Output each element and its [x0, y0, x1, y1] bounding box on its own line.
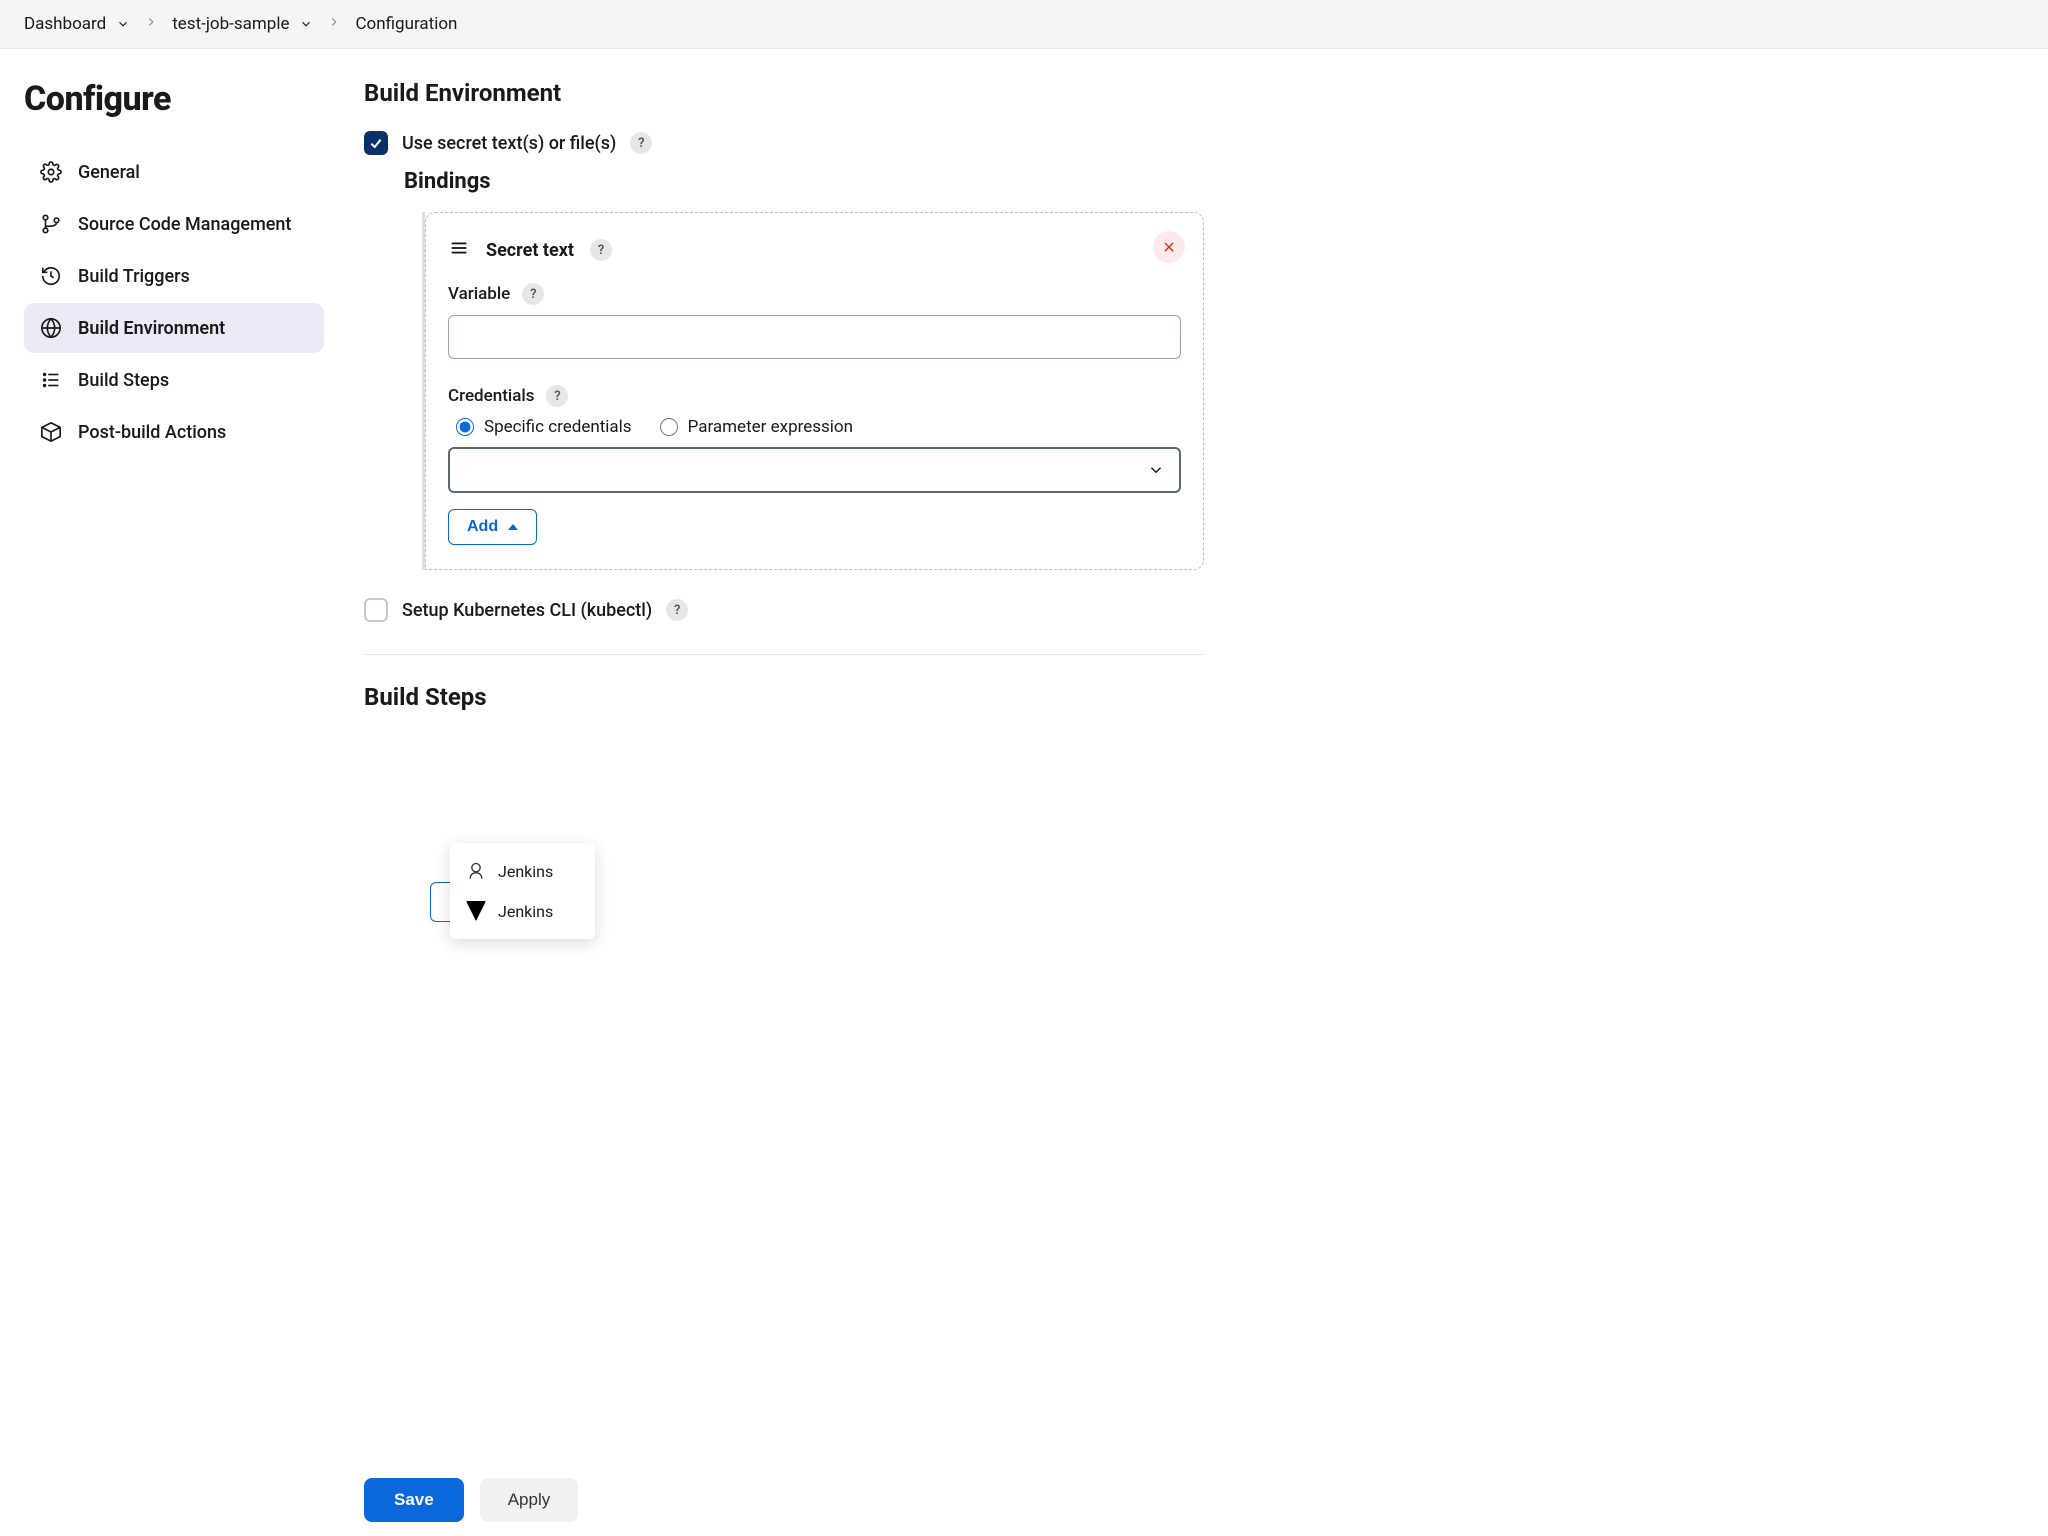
section-build-steps: Build Steps: [364, 683, 1204, 711]
breadcrumb: Dashboard test-job-sample Configuration: [0, 0, 2048, 49]
section-divider: [364, 654, 1204, 655]
main-content: Build Environment Use secret text(s) or …: [364, 79, 1204, 735]
sidebar-item-label: Build Steps: [78, 370, 169, 391]
add-credentials-dropdown: Jenkins Jenkins: [450, 843, 595, 939]
checkbox-use-secret[interactable]: [364, 131, 388, 155]
binding-card: Secret text ? Variable ? Credentials ?: [425, 212, 1204, 570]
gear-icon: [40, 161, 62, 183]
caret-up-icon: [508, 524, 518, 530]
branch-icon: [40, 213, 62, 235]
breadcrumb-page[interactable]: Configuration: [355, 14, 457, 34]
chevron-down-icon: [116, 17, 130, 31]
section-build-environment: Build Environment: [364, 79, 1204, 107]
dropdown-item-label: Jenkins: [498, 862, 553, 881]
history-icon: [40, 265, 62, 287]
dropdown-item-label: Jenkins: [498, 902, 553, 921]
chevron-down-icon: [1147, 461, 1165, 479]
sidebar-item-environment[interactable]: Build Environment: [24, 303, 324, 353]
checkbox-use-secret-label: Use secret text(s) or file(s): [402, 133, 616, 154]
breadcrumb-job-label: test-job-sample: [172, 14, 289, 34]
close-icon: [1162, 240, 1176, 254]
dropdown-item-jenkins-2[interactable]: Jenkins: [450, 891, 595, 931]
dropdown-item-jenkins-1[interactable]: Jenkins: [450, 851, 595, 891]
radio-specific-input[interactable]: [456, 418, 474, 436]
page-title: Configure: [24, 79, 324, 119]
sidebar-item-general[interactable]: General: [24, 147, 324, 197]
variable-input[interactable]: [448, 315, 1181, 359]
add-button-label: Add: [467, 518, 498, 536]
breadcrumb-dashboard[interactable]: Dashboard: [24, 14, 130, 34]
add-binding-button[interactable]: [430, 882, 450, 922]
help-icon[interactable]: ?: [666, 599, 688, 621]
radio-specific-label: Specific credentials: [484, 417, 632, 437]
jenkins-icon: [466, 861, 486, 881]
chevron-down-icon: [299, 17, 313, 31]
sidebar-item-triggers[interactable]: Build Triggers: [24, 251, 324, 301]
remove-binding-button[interactable]: [1153, 231, 1185, 263]
sidebar-item-label: Build Triggers: [78, 266, 190, 287]
drag-handle-icon[interactable]: [448, 237, 470, 263]
help-icon[interactable]: ?: [590, 239, 612, 261]
help-icon[interactable]: ?: [630, 132, 652, 154]
vault-icon: [466, 901, 486, 921]
help-icon[interactable]: ?: [522, 283, 544, 305]
credentials-select[interactable]: [448, 447, 1181, 493]
radio-specific-credentials[interactable]: Specific credentials: [456, 417, 632, 437]
globe-icon: [40, 317, 62, 339]
sidebar-item-postbuild[interactable]: Post-build Actions: [24, 407, 324, 457]
chevron-right-icon: [327, 14, 341, 34]
binding-type-label: Secret text: [486, 240, 574, 261]
radio-parameter-expression[interactable]: Parameter expression: [660, 417, 853, 437]
sidebar-item-label: Build Environment: [78, 318, 225, 339]
radio-param-label: Parameter expression: [688, 417, 853, 437]
breadcrumb-page-label: Configuration: [355, 14, 457, 34]
sidebar-item-label: Post-build Actions: [78, 422, 226, 443]
chevron-right-icon: [144, 14, 158, 34]
radio-param-input[interactable]: [660, 418, 678, 436]
checkbox-setup-kubectl-label: Setup Kubernetes CLI (kubectl): [402, 600, 652, 621]
add-credentials-button[interactable]: Add: [448, 509, 537, 545]
action-bar: Save Apply: [340, 1463, 2048, 1536]
variable-label: Variable: [448, 284, 510, 304]
bindings-heading: Bindings: [404, 169, 1204, 194]
sidebar: Configure General Source Code Management…: [24, 79, 324, 735]
sidebar-item-label: General: [78, 162, 140, 183]
save-button[interactable]: Save: [364, 1478, 464, 1522]
steps-icon: [40, 369, 62, 391]
credentials-label: Credentials: [448, 386, 534, 406]
sidebar-item-label: Source Code Management: [78, 214, 291, 235]
breadcrumb-dashboard-label: Dashboard: [24, 14, 106, 34]
breadcrumb-job[interactable]: test-job-sample: [172, 14, 313, 34]
checkbox-setup-kubectl[interactable]: [364, 598, 388, 622]
help-icon[interactable]: ?: [546, 385, 568, 407]
apply-button[interactable]: Apply: [480, 1478, 579, 1522]
sidebar-item-steps[interactable]: Build Steps: [24, 355, 324, 405]
package-icon: [40, 421, 62, 443]
sidebar-item-scm[interactable]: Source Code Management: [24, 199, 324, 249]
check-icon: [368, 135, 384, 151]
